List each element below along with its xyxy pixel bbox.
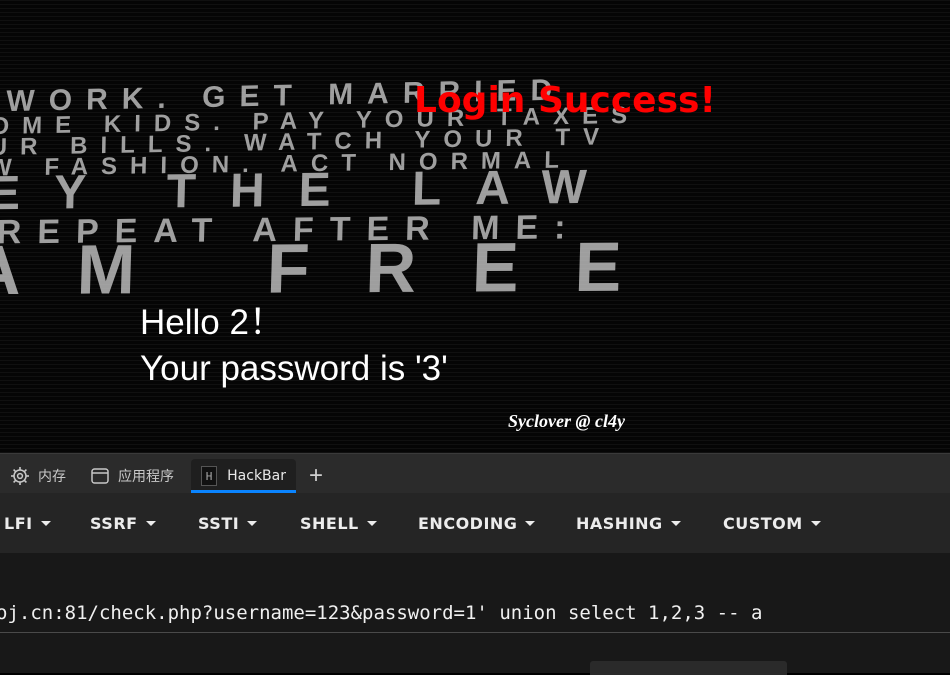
caret-down-icon: [670, 520, 681, 526]
tab-hackbar[interactable]: H HackBar: [191, 459, 296, 493]
menu-custom-label: CUSTOM: [723, 513, 803, 533]
tab-application-label: 应用程序: [118, 469, 174, 485]
url-field-underline: [0, 632, 950, 633]
hackbar-url-editor[interactable]: oj.cn:81/check.php?username=123&password…: [0, 553, 950, 675]
caret-down-icon: [810, 520, 821, 526]
menu-encoding-label: ENCODING: [418, 513, 518, 533]
menu-custom[interactable]: CUSTOM: [723, 493, 821, 553]
password-line: Your password is '3': [140, 349, 448, 388]
devtools-tabstrip: 内存 应用程序 H HackBar +: [0, 453, 950, 493]
hackbar-menubar: LFI SSRF SSTI SHELL ENCODING HASHING CUS…: [0, 493, 950, 553]
caret-down-icon: [145, 520, 156, 526]
tab-hackbar-label: HackBar: [227, 468, 286, 484]
tab-memory[interactable]: 内存: [10, 459, 66, 493]
caret-down-icon: [366, 520, 377, 526]
login-success-message: Login Success!: [414, 80, 716, 121]
result-text: Hello 2！ Your password is '3': [140, 300, 448, 392]
gear-chip-icon: [10, 466, 30, 486]
hello-line: Hello 2！: [140, 303, 284, 342]
menu-ssti-label: SSTI: [198, 513, 240, 533]
bg-line-7: AM FREE: [0, 228, 679, 310]
caret-down-icon: [247, 520, 258, 526]
menu-ssti[interactable]: SSTI: [198, 493, 258, 553]
menu-hashing[interactable]: HASHING: [576, 493, 681, 553]
menu-shell[interactable]: SHELL: [300, 493, 377, 553]
menu-lfi-label: LFI: [4, 513, 33, 533]
menu-lfi[interactable]: LFI: [4, 493, 51, 553]
caret-down-icon: [525, 520, 536, 526]
menu-hashing-label: HASHING: [576, 513, 663, 533]
menu-ssrf-label: SSRF: [90, 513, 138, 533]
tab-application[interactable]: 应用程序: [90, 459, 174, 493]
web-page: WORK. GET MARRIED OME KIDS. PAY YOUR TAX…: [0, 0, 950, 453]
add-tab-button[interactable]: +: [304, 462, 328, 490]
window-icon: [90, 466, 110, 486]
menu-ssrf[interactable]: SSRF: [90, 493, 156, 553]
hackbar-logo-icon: H: [201, 466, 218, 486]
tab-memory-label: 内存: [38, 469, 66, 485]
signature: Syclover @ cl4y: [508, 411, 625, 431]
caret-down-icon: [40, 520, 51, 526]
menu-shell-label: SHELL: [300, 513, 359, 533]
menu-encoding[interactable]: ENCODING: [418, 493, 536, 553]
url-field[interactable]: oj.cn:81/check.php?username=123&password…: [0, 602, 762, 624]
